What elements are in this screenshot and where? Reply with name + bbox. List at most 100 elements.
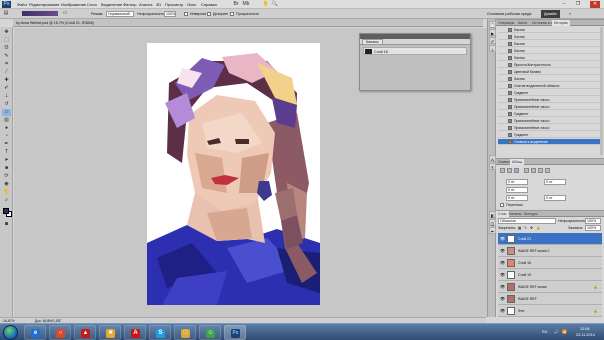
menu-analysis[interactable]: Анализ [139,2,153,7]
quick-select-tool-icon[interactable]: ✎ [2,53,11,60]
layer-opacity-input[interactable]: 100% [585,218,601,224]
menu-window[interactable]: Окно [187,2,196,7]
character-icon[interactable]: A [489,155,496,162]
inverse-checkbox[interactable] [184,12,188,16]
brush-icon[interactable]: ✐ [489,37,496,44]
taskbar-app-messenger[interactable]: ☺ [199,325,221,340]
eyedropper-tool-icon[interactable]: ⁄ [2,69,11,76]
document-canvas[interactable] [147,43,320,305]
layer-row[interactable]: 👁 IMAGE REF [498,293,602,305]
history-item[interactable]: Градиент [498,132,602,138]
layer-row-selected[interactable]: 👁 Слой 21 [498,233,602,245]
eye-icon[interactable]: 👁 [500,273,505,277]
history-item[interactable]: Прямолинейное лассо [498,125,602,131]
workspace-design-button[interactable]: Дизайн [541,10,560,18]
lock-pixels-icon[interactable]: ✎ [524,226,527,230]
layer-row[interactable]: 👁 Фон 🔒 [498,305,602,317]
history-item[interactable]: Ластик [498,76,602,82]
minimize-icon[interactable]: – [560,1,568,8]
lasso-tool-icon[interactable]: ʘ [2,45,11,52]
dodge-tool-icon[interactable]: ◔ [2,133,11,140]
clock-date[interactable]: 23.11.2014 [576,333,595,337]
restore-icon[interactable]: ❐ [574,1,582,8]
clock-time[interactable]: 12:08 [580,327,590,331]
transparency-checkbox[interactable] [230,12,234,16]
workspace-current[interactable]: Основная рабочая среда [484,10,534,18]
start-button-icon[interactable] [3,325,18,340]
taskbar-app-skype[interactable]: S [149,325,171,340]
close-icon[interactable]: ✕ [590,1,600,8]
blur-tool-icon[interactable]: ● [2,125,11,132]
layer-row[interactable]: 👁 IMAGE REF копия 2 [498,245,602,257]
justify-center-icon[interactable] [531,168,536,173]
history-item[interactable]: Прямолинейное лассо [498,104,602,110]
mode-select[interactable]: Нормальный [106,11,134,17]
eye-icon[interactable]: 👁 [500,309,505,313]
opacity-input[interactable]: 100% [164,11,176,17]
layers-icon[interactable]: ◧ [489,211,496,218]
space-before-input[interactable]: 0 пт [506,195,528,201]
clone-stamp-tool-icon[interactable]: ⊥ [2,93,11,100]
paths-icon[interactable]: ✒ [489,227,496,234]
history-item[interactable]: Ластик [498,55,602,61]
history-item[interactable]: Ластик [498,34,602,40]
eye-icon[interactable]: 👁 [500,297,505,301]
history-item[interactable]: Снятие выделенной области [498,83,602,89]
shape-tool-icon[interactable]: ■ [2,165,11,172]
lock-transparency-icon[interactable]: ▦ [518,226,521,230]
tab-brushes[interactable]: Кисти [516,20,529,26]
taskbar-app-ie[interactable]: e [24,325,46,340]
marquee-tool-icon[interactable]: ⬚ [2,37,11,44]
indent-right-input[interactable]: 0 пт [544,179,566,185]
clone-source-icon[interactable]: ⊥ [489,45,496,52]
indent-left-input[interactable]: 0 пт [506,179,528,185]
eye-icon[interactable]: 👁 [500,285,505,289]
taskbar-app-pdf[interactable]: ▲ [74,325,96,340]
eye-icon[interactable]: 👁 [500,237,505,241]
history-item-selected[interactable]: Отменить выделение [498,139,602,145]
menu-file[interactable]: Файл [17,2,27,7]
menu-image[interactable]: Изображение [61,2,86,7]
history-brush-tool-icon[interactable]: ↺ [2,101,11,108]
tab-actions[interactable]: Операции [496,20,516,26]
taskbar-app-folder[interactable]: ■ [99,325,121,340]
type-tool-icon[interactable]: T [2,149,11,156]
justify-all-icon[interactable] [545,168,550,173]
menu-edit[interactable]: Редактирование [29,2,59,7]
menu-select[interactable]: Выделение [101,2,122,7]
menu-filter[interactable]: Фильтр [123,2,136,7]
volume-icon[interactable]: 🔊 [554,329,559,334]
hyphenation-checkbox[interactable] [500,203,504,207]
taskbar-app-reader[interactable]: A [124,325,146,340]
history-item[interactable]: Ластик [498,48,602,54]
history-item[interactable]: Цветовой баланс [498,69,602,75]
tab-paths[interactable]: Контуры [522,211,540,217]
minibridge-icon[interactable]: Mb [242,1,250,8]
eye-icon[interactable]: 👁 [500,261,505,265]
menu-layers[interactable]: Слои [87,2,97,7]
history-item[interactable]: Яркость/Контрастность [498,62,602,68]
language-indicator[interactable]: RU [542,330,547,334]
brush-tool-icon[interactable]: ✐ [2,85,11,92]
gradient-tool-preset-icon[interactable]: ▤ [2,10,10,17]
align-right-icon[interactable] [514,168,519,173]
paragraph-icon[interactable]: ¶ [489,163,496,170]
blend-mode-select[interactable]: Обычные [498,218,556,224]
layer-row[interactable]: 👁 Слой 18 [498,257,602,269]
eye-icon[interactable]: 👁 [500,249,505,253]
align-center-icon[interactable] [507,168,512,173]
zoom-tool-icon[interactable]: ⌕ [2,197,11,204]
history-scrollbar[interactable] [600,27,603,155]
linear-gradient-icon[interactable]: ▭ [62,10,68,17]
layer-row[interactable]: 👁 Слой 15 [498,269,602,281]
menu-help[interactable]: Справка [201,2,217,7]
workspace-more-button[interactable]: » [566,10,574,18]
network-icon[interactable]: 📶 [562,329,567,334]
3d-camera-tool-icon[interactable]: ◉ [2,181,11,188]
channels-icon[interactable]: ◫ [489,219,496,226]
tab-history[interactable]: История [552,20,570,26]
history-item[interactable]: Ластик [498,41,602,47]
history-item[interactable]: Ластик [498,27,602,33]
channel-item[interactable]: Слой 18 [363,47,467,55]
gradient-swatch[interactable] [22,11,58,16]
